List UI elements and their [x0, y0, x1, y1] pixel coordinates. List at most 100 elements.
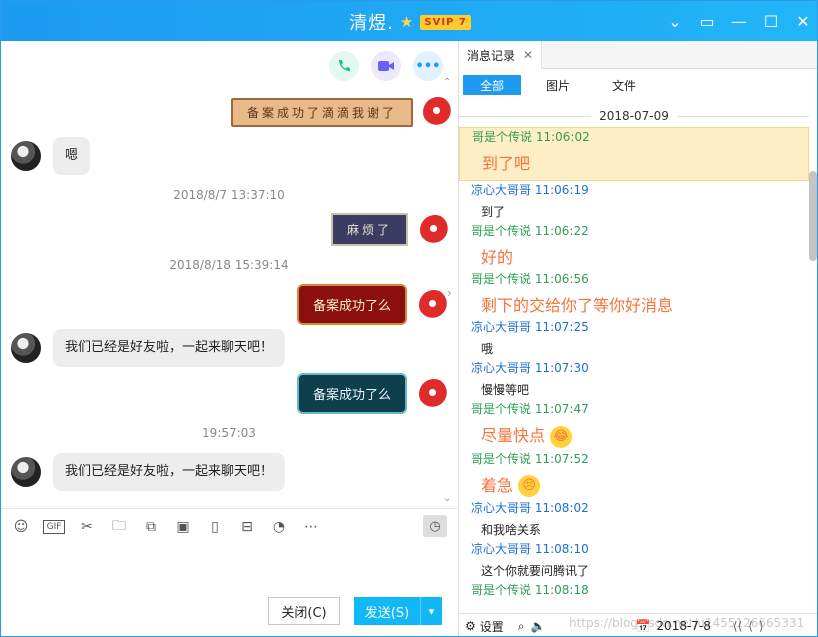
message-bubble[interactable]: 备案成功了滴滴我谢了: [231, 97, 414, 127]
speaker-icon[interactable]: 🔈: [531, 619, 546, 633]
history-entry[interactable]: 哥是个传说 11:07:47 尽量快点 😂: [459, 402, 809, 448]
folder-icon[interactable]: 🗀: [109, 517, 129, 537]
gear-icon: ⚙: [465, 619, 476, 633]
phone-icon[interactable]: [329, 51, 359, 81]
message-bubble[interactable]: 麻烦了: [331, 213, 409, 246]
calendar-icon[interactable]: 📅: [635, 619, 650, 633]
avatar[interactable]: [11, 141, 41, 171]
timestamp: 2018/8/18 15:39:14: [169, 258, 289, 272]
avatar[interactable]: [419, 289, 450, 320]
avatar[interactable]: [420, 214, 451, 245]
avatar[interactable]: [423, 97, 454, 127]
minimize-icon[interactable]: —: [723, 1, 755, 41]
scrollbar-thumb[interactable]: [809, 171, 817, 261]
message-input[interactable]: [1, 545, 457, 593]
entry-header: 哥是个传说 11:07:47: [471, 402, 589, 416]
maximize-icon[interactable]: ☐: [755, 1, 787, 41]
star-icon: ★: [399, 13, 415, 31]
history-entry[interactable]: 哥是个传说 11:06:02 到了吧: [459, 127, 809, 181]
entry-text: 这个你就要问腾讯了: [481, 564, 590, 578]
music-icon[interactable]: ◔: [269, 517, 289, 537]
avatar[interactable]: [11, 333, 41, 363]
image-icon[interactable]: ▣: [173, 517, 193, 537]
entry-header: 凉心大哥哥 11:08:10: [471, 542, 589, 556]
history-entry[interactable]: 哥是个传说 11:07:52 着急 😣: [459, 452, 809, 497]
history-entry[interactable]: 凉心大哥哥 11:07:30 慢慢等吧: [459, 361, 809, 398]
filter-files[interactable]: 文件: [595, 75, 653, 95]
filter-images[interactable]: 图片: [529, 75, 587, 95]
chevron-down-icon[interactable]: ⌄: [659, 1, 691, 41]
history-entry[interactable]: 凉心大哥哥 11:06:19 到了: [459, 183, 809, 220]
window-title[interactable]: 清煜.: [349, 9, 394, 35]
history-list: 哥是个传说 11:06:02 到了吧 凉心大哥哥 11:06:19 到了 哥是个…: [459, 127, 809, 609]
history-entry[interactable]: 哥是个传说 11:06:56 剩下的交给你了等你好消息: [459, 272, 809, 316]
history-scrollbar[interactable]: [808, 169, 817, 609]
scroll-down-icon[interactable]: ⌄: [443, 493, 451, 504]
message-left: 我们已经是好友啦，一起来聊天吧！: [11, 453, 286, 491]
message-right: 备案成功了么: [297, 284, 450, 325]
date-value[interactable]: 2018-7-8: [656, 619, 710, 633]
search-icon[interactable]: ⌕: [518, 619, 525, 634]
history-tabs: 消息记录 ✕: [459, 41, 817, 69]
message-left: 我们已经是好友啦，一起来聊天吧！: [11, 329, 286, 367]
history-entry[interactable]: 哥是个传说 11:06:22 好的: [459, 224, 809, 268]
send-options-icon[interactable]: ▾: [420, 597, 442, 625]
date-separator: 2018-07-09: [459, 107, 809, 125]
history-entry[interactable]: 凉心大哥哥 11:07:25 哦: [459, 320, 809, 357]
avatar[interactable]: [419, 378, 450, 409]
history-panel: 消息记录 ✕ 全部 图片 文件 2018-07-09 哥是个传说 11:06:0…: [458, 41, 817, 636]
first-page-icon[interactable]: ⟨⟨: [733, 619, 742, 633]
message-bubble[interactable]: 备案成功了么: [297, 373, 408, 414]
entry-header: 哥是个传说 11:06:02: [472, 130, 590, 144]
tab-label: 消息记录: [467, 48, 516, 63]
send-label: 发送(S): [364, 605, 410, 621]
message-right: 麻烦了: [331, 213, 451, 246]
chat-top-actions: •••: [329, 51, 443, 81]
close-tab-icon[interactable]: ✕: [523, 48, 533, 62]
history-entry[interactable]: 哥是个传说 11:08:18: [459, 583, 809, 597]
scroll-up-icon[interactable]: ⌃: [443, 77, 451, 88]
red-packet-icon[interactable]: ⊟: [237, 517, 257, 537]
history-entry[interactable]: 凉心大哥哥 11:08:10 这个你就要问腾讯了: [459, 542, 809, 579]
more-icon[interactable]: •••: [413, 51, 443, 81]
message-right: 备案成功了么: [297, 373, 450, 414]
entry-text: 着急 😣: [471, 472, 809, 497]
video-call-icon[interactable]: [371, 51, 401, 81]
close-icon[interactable]: ✕: [787, 1, 817, 41]
tab-message-history[interactable]: 消息记录 ✕: [459, 41, 543, 69]
entry-text: 到了吧: [482, 154, 531, 173]
entry-text: 哦: [481, 342, 494, 356]
clock-icon[interactable]: ◷: [423, 515, 447, 537]
entry-header: 哥是个传说 11:06:22: [471, 224, 589, 238]
scissors-icon[interactable]: ✂: [77, 517, 97, 537]
restore-icon[interactable]: ▭: [691, 1, 723, 41]
gif-icon[interactable]: GIF: [43, 519, 65, 534]
next-page-icon[interactable]: ⟩: [759, 619, 764, 633]
anxious-emoji-icon: 😣: [518, 475, 541, 497]
screenshot-icon[interactable]: ⧉: [141, 517, 161, 537]
input-toolbar: ☺ GIF ✂ 🗀 ⧉ ▣ ▯ ⊟ ◔ ⋯ ◷: [1, 508, 457, 544]
message-bubble[interactable]: 我们已经是好友啦，一起来聊天吧！: [53, 329, 286, 367]
entry-text: 剩下的交给你了等你好消息: [481, 296, 674, 315]
settings-button[interactable]: ⚙ 设置: [465, 618, 504, 635]
settings-label: 设置: [479, 619, 504, 634]
message-bubble[interactable]: 我们已经是好友啦，一起来聊天吧！: [53, 453, 286, 491]
message-bubble[interactable]: 嗯: [53, 137, 91, 175]
more-tools-icon[interactable]: ⋯: [301, 517, 321, 537]
message-bubble[interactable]: 备案成功了么: [297, 284, 408, 325]
timestamp: 19:57:03: [202, 426, 256, 440]
prev-page-icon[interactable]: ⟨: [748, 619, 753, 633]
entry-header: 哥是个传说 11:06:56: [471, 272, 589, 286]
emoji-icon[interactable]: ☺: [11, 517, 31, 537]
filter-all[interactable]: 全部: [463, 75, 521, 95]
history-entry[interactable]: 凉心大哥哥 11:08:02 和我啥关系: [459, 501, 809, 538]
entry-header: 凉心大哥哥 11:08:02: [471, 501, 589, 515]
collapse-panel-icon[interactable]: ›: [447, 286, 452, 300]
shake-icon[interactable]: ▯: [205, 517, 225, 537]
send-button[interactable]: 发送(S) ▾: [354, 597, 442, 625]
entry-text: 好的: [481, 248, 514, 267]
entry-text: 慢慢等吧: [481, 383, 530, 397]
avatar[interactable]: [11, 457, 41, 487]
close-button[interactable]: 关闭(C): [268, 597, 340, 625]
window-controls: ⌄ ▭ — ☐ ✕: [659, 1, 817, 41]
